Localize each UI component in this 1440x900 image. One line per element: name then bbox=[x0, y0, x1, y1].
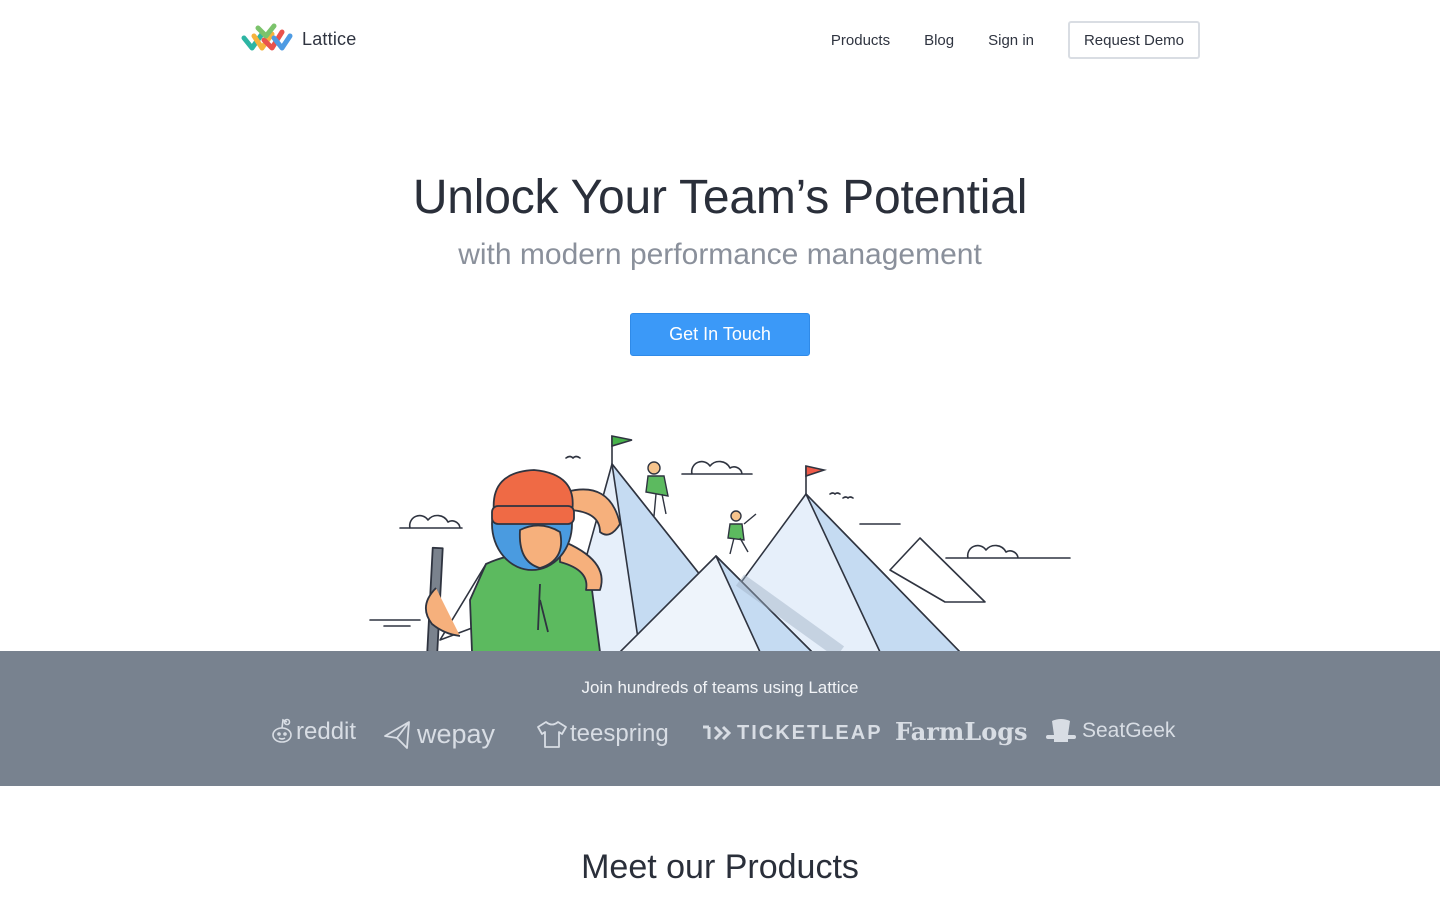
nav-products[interactable]: Products bbox=[831, 32, 890, 49]
farmlogs-name: FarmLogs bbox=[895, 717, 1028, 746]
farmlogs-logo: FarmLogs bbox=[895, 717, 1028, 746]
reddit-alien-icon bbox=[272, 718, 292, 743]
customers-heading: Join hundreds of teams using Lattice bbox=[581, 678, 859, 697]
top-hat-icon bbox=[1046, 719, 1076, 742]
reddit-name: reddit bbox=[296, 718, 357, 745]
nav-sign-in[interactable]: Sign in bbox=[988, 32, 1034, 49]
request-demo-button[interactable]: Request Demo bbox=[1068, 21, 1200, 59]
brand-name: Lattice bbox=[302, 28, 357, 49]
main-nav: Products Blog Sign in Request Demo bbox=[831, 21, 1200, 59]
brand-logo[interactable]: Lattice bbox=[240, 22, 356, 56]
seatgeek-logo: SeatGeek bbox=[1044, 717, 1175, 745]
teespring-logo: teespring bbox=[536, 719, 669, 749]
paper-plane-icon bbox=[384, 720, 410, 749]
wepay-logo: wepay bbox=[383, 719, 495, 750]
reddit-logo: reddit bbox=[270, 717, 356, 747]
hero-subtitle: with modern performance management bbox=[458, 238, 982, 271]
customers-band: Join hundreds of teams using Lattice red… bbox=[0, 651, 1440, 786]
ticketleap-name: TICKETLEAP bbox=[737, 721, 883, 744]
lattice-logo-icon bbox=[241, 23, 293, 51]
seatgeek-name: SeatGeek bbox=[1082, 719, 1176, 742]
get-in-touch-button[interactable]: Get In Touch bbox=[630, 313, 810, 356]
wepay-name: wepay bbox=[417, 719, 496, 749]
ticketleap-logo: TICKETLEAP bbox=[701, 721, 883, 745]
hero-title: Unlock Your Team’s Potential bbox=[412, 171, 1028, 224]
nav-blog[interactable]: Blog bbox=[924, 32, 954, 49]
chevrons-icon bbox=[703, 725, 732, 741]
site-header: Lattice Products Blog Sign in Request De… bbox=[0, 0, 1440, 80]
mountain-climbers-illustration bbox=[369, 435, 1071, 652]
teespring-name: teespring bbox=[570, 720, 669, 747]
customer-logos: reddit wepay teespring TICKETLEAP FarmLo… bbox=[0, 713, 1440, 763]
products-heading: Meet our Products bbox=[581, 848, 859, 886]
tshirt-icon bbox=[537, 721, 567, 748]
